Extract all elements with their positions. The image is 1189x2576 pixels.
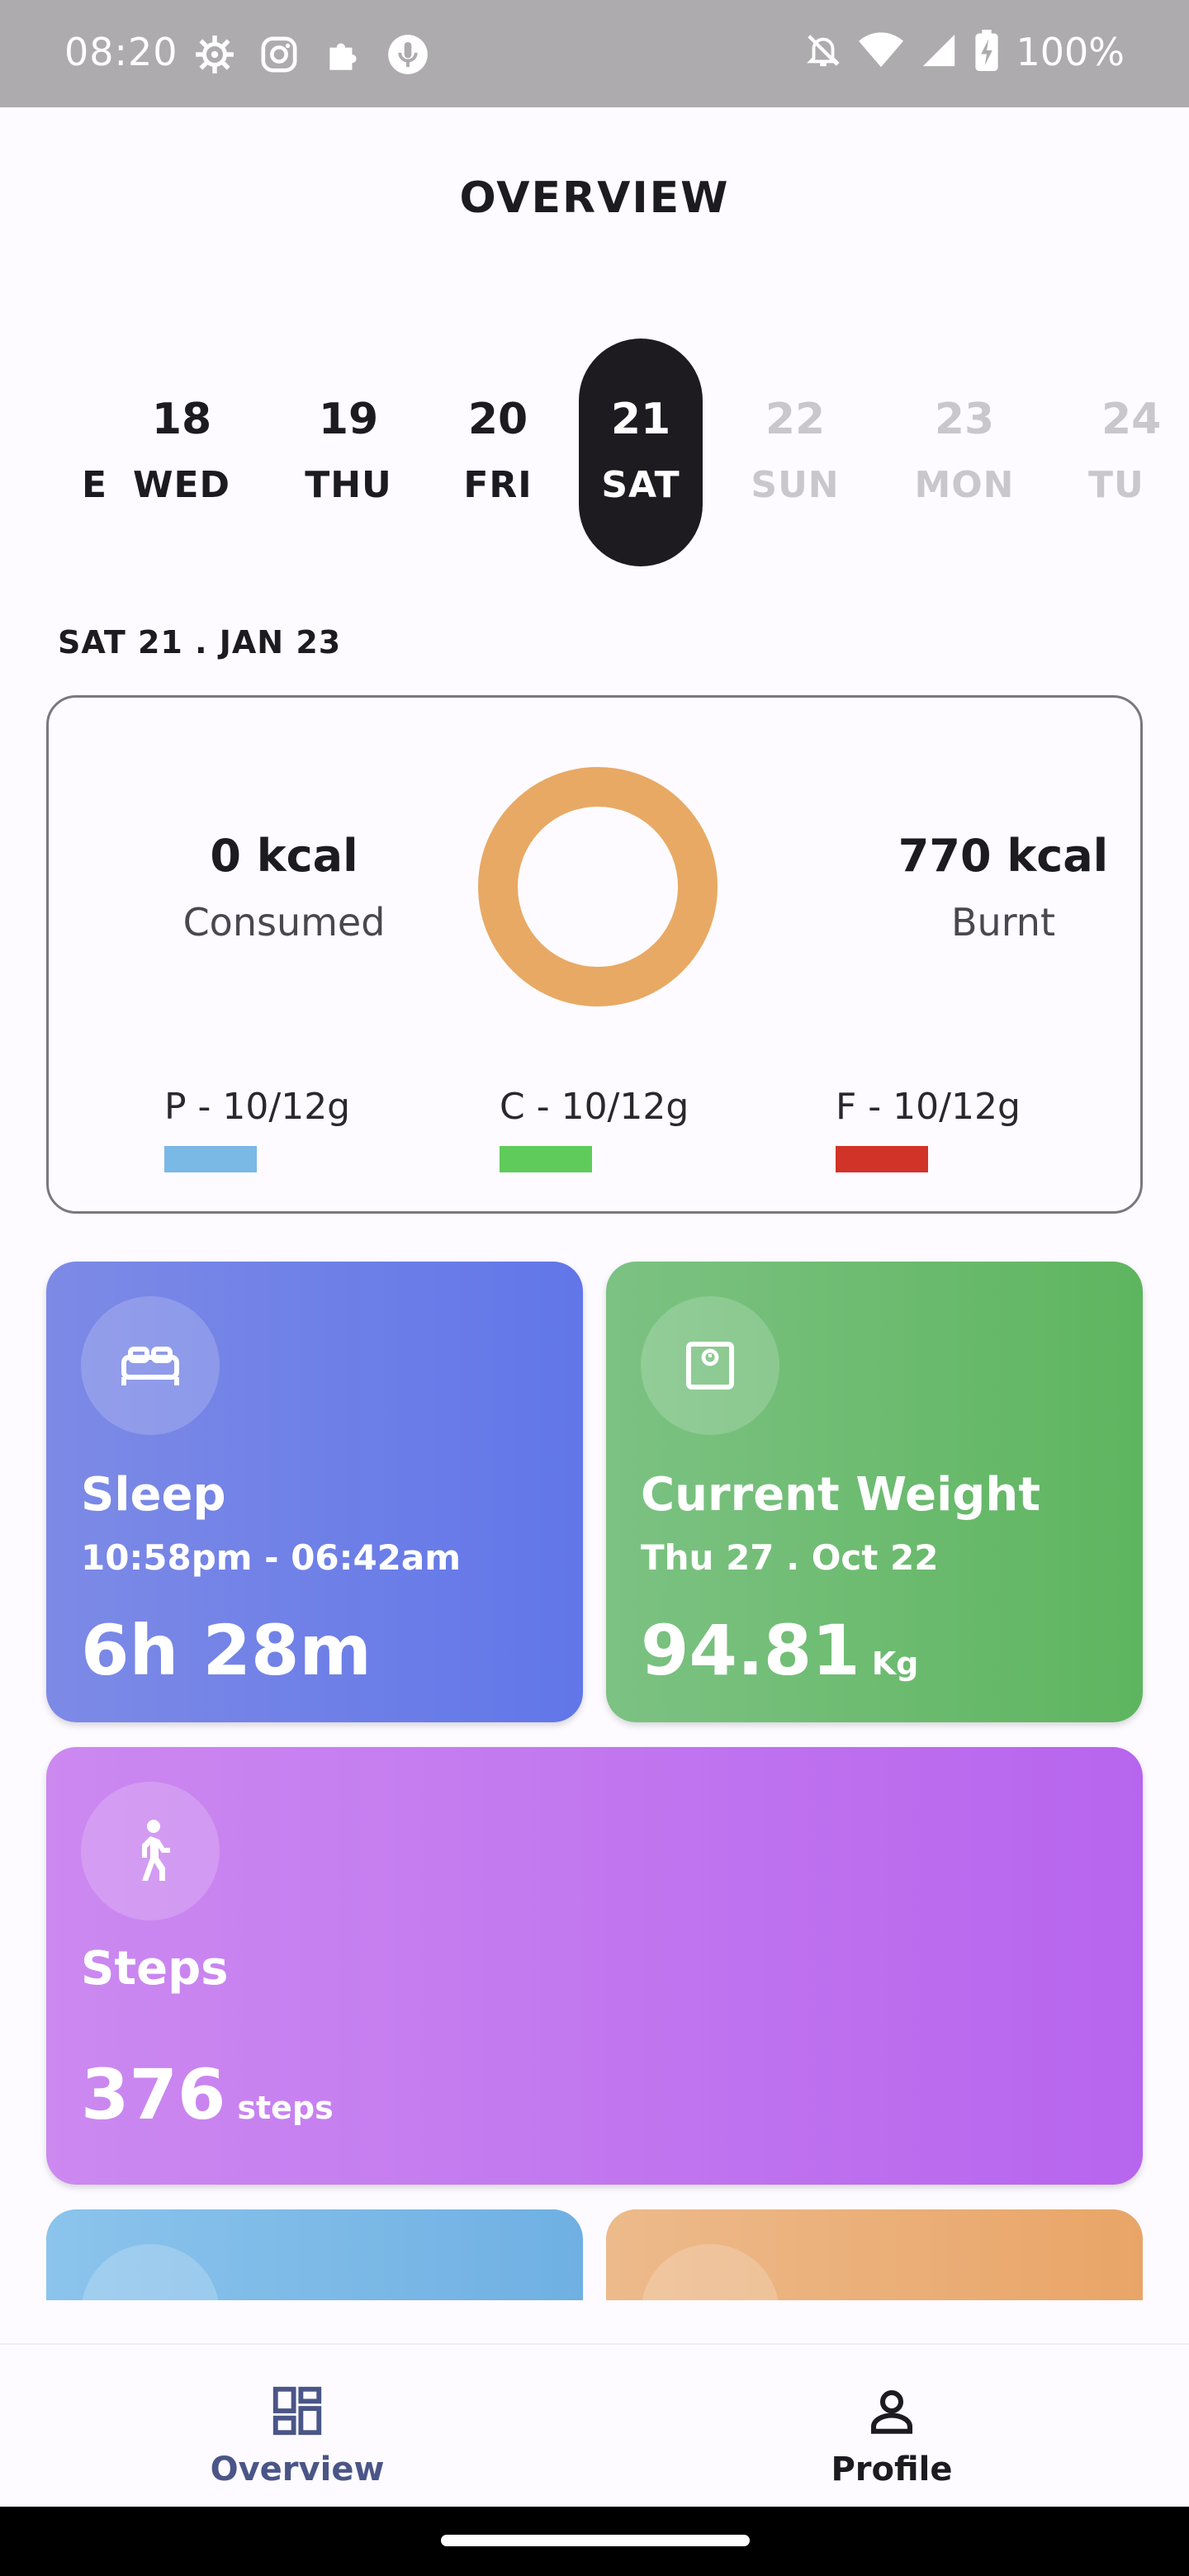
- partial-tile-icon: [641, 2244, 779, 2300]
- weight-tile[interactable]: Current Weight Thu 27 . Oct 22 94.81 Kg: [606, 1262, 1143, 1722]
- steps-tile[interactable]: Steps 376 steps: [46, 1747, 1143, 2185]
- bed-icon: [81, 1296, 220, 1435]
- page-title: OVERVIEW: [459, 173, 730, 223]
- macro-carbs-bar: [500, 1146, 592, 1172]
- date-strip[interactable]: E 18 WED 19 THU 20 FRI 21 SAT 22 SUN 23 …: [0, 330, 1189, 578]
- podcast-icon: [385, 31, 431, 78]
- day-number: 20: [467, 395, 528, 444]
- macro-protein: P - 10/12g: [164, 1086, 350, 1172]
- consumed-summary: 0 kcal Consumed: [119, 830, 449, 945]
- battery-charging-icon: [974, 30, 999, 74]
- day-number: 24: [1101, 395, 1162, 444]
- battery-percentage: 100%: [1016, 30, 1125, 74]
- day-item[interactable]: 18 WED: [120, 339, 244, 566]
- macro-carbs: C - 10/12g: [500, 1086, 689, 1172]
- partial-tile-blue[interactable]: [46, 2209, 583, 2300]
- weight-unit: Kg: [871, 1646, 919, 1682]
- day-name: TU: [1088, 464, 1144, 506]
- day-name: SUN: [751, 464, 840, 506]
- partial-tile-orange[interactable]: [606, 2209, 1143, 2300]
- dashboard-icon: [173, 2378, 421, 2444]
- steps-value: 376: [81, 2054, 226, 2135]
- scale-icon: [641, 1296, 779, 1435]
- day-item[interactable]: 24 TU: [1073, 339, 1189, 566]
- macro-fat: F - 10/12g: [836, 1086, 1021, 1172]
- day-number: 19: [318, 395, 379, 444]
- macro-protein-bar: [164, 1146, 257, 1172]
- day-number: 18: [151, 395, 212, 444]
- consumed-value: 0 kcal: [210, 830, 358, 882]
- day-name: SAT: [601, 464, 680, 506]
- macro-protein-label: P - 10/12g: [164, 1086, 351, 1128]
- sleep-time-range: 10:58pm - 06:42am: [81, 1537, 461, 1578]
- sleep-duration: 6h 28m: [81, 1610, 372, 1691]
- day-name: WED: [132, 464, 231, 506]
- day-name: FRI: [463, 464, 533, 506]
- macro-carbs-label: C - 10/12g: [500, 1086, 689, 1128]
- day-number: 21: [610, 395, 671, 444]
- walking-icon: [81, 1782, 220, 1920]
- sleep-title: Sleep: [81, 1468, 226, 1522]
- steps-title: Steps: [81, 1942, 229, 1996]
- bell-off-icon: [804, 31, 842, 73]
- weight-title: Current Weight: [641, 1468, 1040, 1522]
- consumed-label: Consumed: [182, 900, 386, 945]
- person-icon: [768, 2378, 1016, 2444]
- day-name: MON: [914, 464, 1015, 506]
- instagram-icon: [256, 31, 302, 78]
- signal-icon: [920, 31, 958, 73]
- partial-tile-icon: [81, 2244, 220, 2300]
- burnt-value: 770 kcal: [898, 830, 1109, 882]
- day-item[interactable]: E: [0, 339, 107, 566]
- home-gesture-handle[interactable]: [441, 2535, 750, 2546]
- nav-overview-label: Overview: [210, 2451, 385, 2488]
- steps-value-row: 376 steps: [81, 2054, 334, 2135]
- weight-value-row: 94.81 Kg: [641, 1610, 918, 1691]
- day-item[interactable]: 23 MON: [902, 339, 1026, 566]
- day-item[interactable]: 19 THU: [287, 339, 410, 566]
- day-name: THU: [305, 464, 392, 506]
- sleep-tile[interactable]: Sleep 10:58pm - 06:42am 6h 28m: [46, 1262, 583, 1722]
- puzzle-icon: [320, 31, 367, 78]
- weight-value: 94.81: [641, 1610, 860, 1691]
- nav-overview[interactable]: Overview: [173, 2378, 421, 2488]
- system-gesture-bar: [0, 2507, 1189, 2576]
- weight-date: Thu 27 . Oct 22: [641, 1537, 939, 1578]
- day-name: E: [81, 464, 107, 506]
- calorie-ring-track: [478, 767, 718, 1006]
- day-number: 22: [765, 395, 826, 444]
- steps-unit: steps: [237, 2090, 334, 2126]
- burnt-label: Burnt: [950, 900, 1055, 945]
- nav-profile[interactable]: Profile: [768, 2378, 1016, 2488]
- selected-date-heading: SAT 21 . JAN 23: [58, 624, 342, 661]
- wifi-icon: [859, 31, 904, 73]
- bottom-navigation: Overview Profile: [0, 2343, 1189, 2507]
- calorie-ring: [478, 767, 718, 1006]
- calorie-summary-card[interactable]: 0 kcal Consumed 770 kcal Burnt P - 10/12…: [46, 695, 1143, 1214]
- status-bar: 08:20 100%: [0, 0, 1189, 107]
- day-number: 23: [934, 395, 995, 444]
- macro-fat-label: F - 10/12g: [836, 1086, 1021, 1128]
- burnt-summary: 770 kcal Burnt: [838, 830, 1168, 945]
- nav-profile-label: Profile: [831, 2451, 953, 2488]
- macro-fat-bar: [836, 1146, 928, 1172]
- day-item-selected[interactable]: 21 SAT: [579, 339, 703, 566]
- status-time: 08:20: [64, 30, 178, 74]
- day-item[interactable]: 20 FRI: [436, 339, 560, 566]
- settings-icon: [192, 31, 238, 78]
- day-item[interactable]: 22 SUN: [733, 339, 857, 566]
